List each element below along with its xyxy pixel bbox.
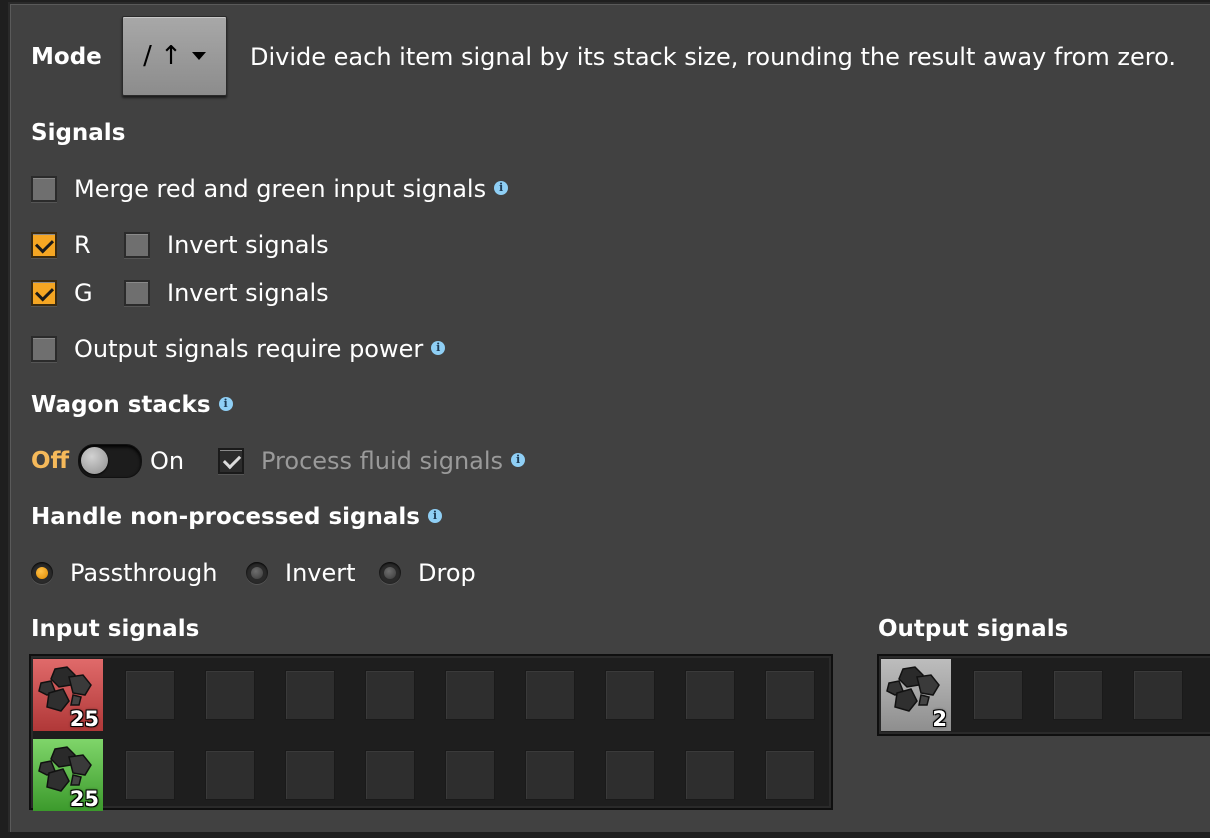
output-signals-heading: Output signals <box>878 616 1069 642</box>
coal-icon <box>886 666 940 712</box>
invert-green-checkbox[interactable] <box>124 280 150 306</box>
radio-passthrough[interactable] <box>31 562 53 584</box>
empty-slot[interactable] <box>205 750 255 800</box>
empty-slot[interactable] <box>765 670 815 720</box>
merge-signals-label: Merge red and green input signals i <box>74 175 509 203</box>
input-signal-red-coal[interactable]: 25 <box>33 659 103 731</box>
empty-slot[interactable] <box>525 750 575 800</box>
empty-slot[interactable] <box>125 750 175 800</box>
red-wire-checkbox[interactable] <box>31 232 57 258</box>
radio-drop-label: Drop <box>418 559 476 587</box>
empty-slot[interactable] <box>365 670 415 720</box>
signal-count: 2 <box>932 707 947 731</box>
toggle-knob <box>81 447 108 474</box>
input-signals-grid: 25 25 <box>29 654 833 811</box>
info-icon[interactable]: i <box>428 508 442 523</box>
empty-slot[interactable] <box>285 750 335 800</box>
input-signal-green-coal[interactable]: 25 <box>33 739 103 811</box>
merge-signals-checkbox[interactable] <box>31 176 57 202</box>
mode-description: Divide each item signal by its stack siz… <box>250 43 1176 71</box>
empty-slot[interactable] <box>765 750 815 800</box>
empty-slot[interactable] <box>685 750 735 800</box>
info-icon[interactable]: i <box>218 396 233 411</box>
radio-invert-label: Invert <box>285 559 356 587</box>
green-wire-label: G <box>74 279 93 307</box>
output-signal-coal[interactable]: 2 <box>881 659 951 731</box>
empty-slot[interactable] <box>605 750 655 800</box>
chevron-down-icon <box>191 52 206 60</box>
signal-count: 25 <box>69 707 99 731</box>
toggle-off-label: Off <box>31 448 70 474</box>
radio-invert[interactable] <box>246 562 268 584</box>
invert-red-label: Invert signals <box>167 231 329 259</box>
info-icon[interactable]: i <box>494 181 509 195</box>
input-signals-heading: Input signals <box>31 616 200 642</box>
wagon-stacks-heading: Wagon stacks i <box>31 391 233 419</box>
empty-slot[interactable] <box>973 670 1023 720</box>
empty-slot[interactable] <box>365 750 415 800</box>
invert-red-checkbox[interactable] <box>124 232 150 258</box>
red-wire-label: R <box>74 231 91 259</box>
invert-green-label: Invert signals <box>167 279 329 307</box>
mode-label: Mode <box>31 44 102 70</box>
empty-slot[interactable] <box>1133 670 1183 720</box>
empty-slot[interactable] <box>125 670 175 720</box>
empty-slot[interactable] <box>525 670 575 720</box>
signal-count: 25 <box>69 787 99 811</box>
green-wire-checkbox[interactable] <box>31 280 57 306</box>
output-signals-grid: 2 <box>877 654 1210 736</box>
radio-drop[interactable] <box>379 562 401 584</box>
output-power-label: Output signals require power i <box>74 335 446 363</box>
empty-slot[interactable] <box>445 750 495 800</box>
mode-selected-value: / ↑ <box>143 41 182 71</box>
signals-heading: Signals <box>31 120 126 146</box>
mode-dropdown[interactable]: / ↑ <box>122 16 227 96</box>
empty-slot[interactable] <box>445 670 495 720</box>
wagon-stacks-toggle[interactable] <box>78 444 142 478</box>
info-icon[interactable]: i <box>431 341 446 355</box>
coal-icon <box>38 746 92 792</box>
empty-slot[interactable] <box>685 670 735 720</box>
output-power-checkbox[interactable] <box>31 336 57 362</box>
radio-passthrough-label: Passthrough <box>70 559 218 587</box>
process-fluid-label: Process fluid signals i <box>261 447 526 475</box>
process-fluid-checkbox[interactable] <box>218 448 244 474</box>
empty-slot[interactable] <box>285 670 335 720</box>
info-icon[interactable]: i <box>511 453 526 467</box>
coal-icon <box>38 666 92 712</box>
empty-slot[interactable] <box>205 670 255 720</box>
empty-slot[interactable] <box>605 670 655 720</box>
toggle-on-label: On <box>150 447 185 475</box>
empty-slot[interactable] <box>1053 670 1103 720</box>
non-processed-heading: Handle non-processed signals i <box>31 503 442 531</box>
